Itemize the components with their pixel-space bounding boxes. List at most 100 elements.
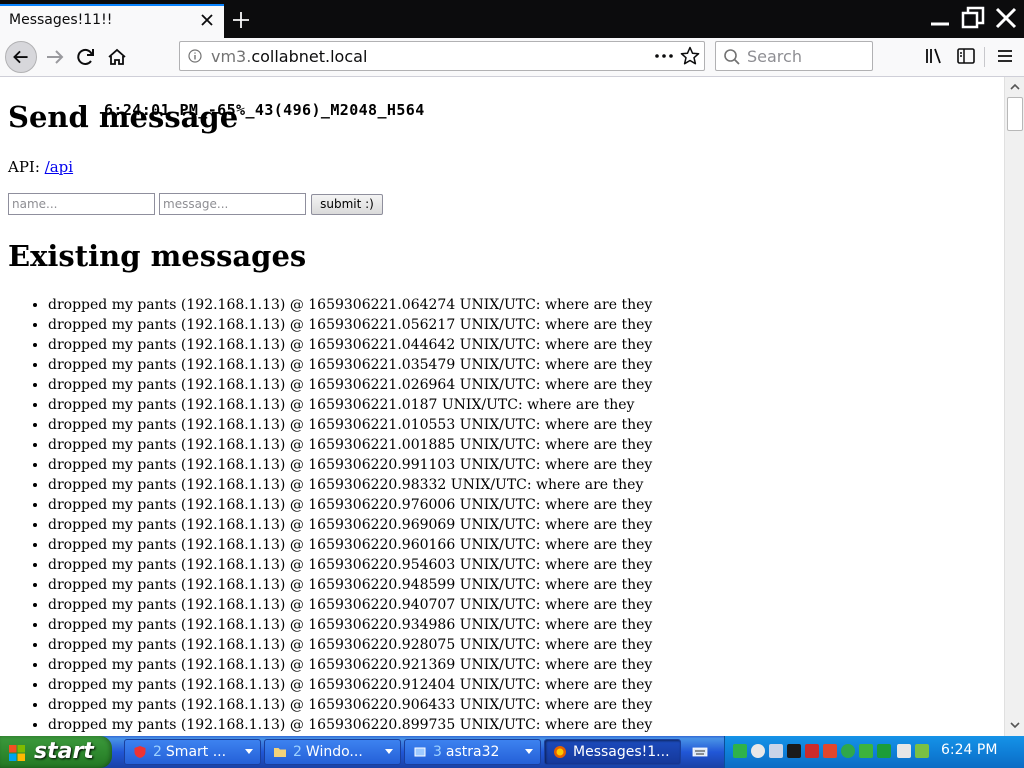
- message-item: dropped my pants (192.168.1.13) @ 165930…: [48, 395, 652, 415]
- submit-button[interactable]: submit :): [311, 194, 383, 215]
- message-item: dropped my pants (192.168.1.13) @ 165930…: [48, 655, 652, 675]
- security-icon[interactable]: [823, 744, 837, 758]
- message-item: dropped my pants (192.168.1.13) @ 165930…: [48, 535, 652, 555]
- message-item: dropped my pants (192.168.1.13) @ 165930…: [48, 695, 652, 715]
- antivirus-icon[interactable]: [805, 744, 819, 758]
- task-title: astra32: [445, 744, 500, 760]
- search-placeholder: Search: [747, 47, 802, 66]
- nav-toolbar: vm3.collabnet.local Search: [0, 38, 1024, 77]
- info-icon[interactable]: [188, 49, 202, 63]
- message-placeholder: message...: [163, 197, 229, 211]
- message-item: dropped my pants (192.168.1.13) @ 165930…: [48, 355, 652, 375]
- tab-messages[interactable]: Messages!11!!: [0, 4, 224, 38]
- bookmark-star-icon[interactable]: [679, 45, 701, 67]
- task-label: 2 Smart ...: [153, 744, 226, 760]
- url-bar[interactable]: vm3.collabnet.local: [179, 41, 705, 71]
- start-button[interactable]: start: [0, 736, 112, 768]
- sync-icon[interactable]: [877, 744, 891, 758]
- chevron-down-icon: [385, 749, 393, 754]
- url-prefix: vm3.: [211, 47, 252, 66]
- chat-icon[interactable]: [915, 744, 929, 758]
- taskbar-group-windows[interactable]: 2 Windo...: [264, 739, 401, 765]
- user-icon[interactable]: [769, 744, 783, 758]
- message-item: dropped my pants (192.168.1.13) @ 165930…: [48, 615, 652, 635]
- message-item: dropped my pants (192.168.1.13) @ 165930…: [48, 515, 652, 535]
- message-item: dropped my pants (192.168.1.13) @ 165930…: [48, 455, 652, 475]
- check-icon[interactable]: [841, 744, 855, 758]
- task-count: 3: [433, 744, 442, 760]
- search-icon: [724, 49, 740, 65]
- toolbar-separator: [984, 47, 985, 67]
- chip-icon: [414, 747, 426, 757]
- shield-tray-icon[interactable]: [787, 744, 801, 758]
- minimize-icon[interactable]: [924, 2, 956, 34]
- keyboard-icon[interactable]: [692, 744, 708, 760]
- taskbar: start 2 Smart ... 2 Windo... 3 astra32 Mess…: [0, 736, 1024, 768]
- hamburger-menu-icon[interactable]: [993, 44, 1017, 68]
- message-item: dropped my pants (192.168.1.13) @ 165930…: [48, 635, 652, 655]
- name-placeholder: name...: [12, 197, 58, 211]
- restore-icon[interactable]: [957, 2, 989, 34]
- close-window-icon[interactable]: [990, 2, 1022, 34]
- back-arrow-icon[interactable]: [5, 41, 37, 73]
- task-label: 2 Windo...: [293, 744, 363, 760]
- update-icon[interactable]: [859, 744, 873, 758]
- message-item: dropped my pants (192.168.1.13) @ 165930…: [48, 475, 652, 495]
- page-actions-icon[interactable]: [652, 44, 676, 68]
- taskbar-item-messages[interactable]: Messages!1...: [544, 739, 681, 765]
- scroll-down-arrow-icon[interactable]: [1007, 717, 1023, 733]
- folder-icon: [274, 748, 286, 757]
- url-text[interactable]: vm3.collabnet.local: [211, 47, 367, 66]
- clock-tray-icon[interactable]: [751, 744, 765, 758]
- firefox-icon: [554, 746, 566, 758]
- api-label: API:: [8, 158, 45, 176]
- existing-messages-heading: Existing messages: [8, 239, 307, 273]
- page-scrollbar[interactable]: [1004, 77, 1024, 736]
- api-link[interactable]: /api: [45, 158, 73, 176]
- chevron-down-icon: [245, 749, 253, 754]
- task-title: Messages!1...: [573, 744, 670, 760]
- library-icon[interactable]: [922, 44, 946, 68]
- taskbar-group-astra32[interactable]: 3 astra32: [404, 739, 541, 765]
- url-domain: collabnet.local: [251, 47, 368, 66]
- message-item: dropped my pants (192.168.1.13) @ 165930…: [48, 415, 652, 435]
- tab-strip: Messages!11!!: [0, 0, 1024, 38]
- api-line: API: /api: [8, 158, 73, 176]
- system-stats-overlay: 6:24:01 PM_-65%_43(496)_M2048_H564: [104, 101, 425, 119]
- message-item: dropped my pants (192.168.1.13) @ 165930…: [48, 375, 652, 395]
- home-icon[interactable]: [102, 42, 132, 72]
- task-count: 2: [153, 744, 162, 760]
- sidebar-toggle-icon[interactable]: [954, 44, 978, 68]
- shield-icon: [134, 746, 146, 758]
- close-tab-icon[interactable]: [196, 8, 218, 32]
- chevron-down-icon: [525, 749, 533, 754]
- tab-title: Messages!11!!: [9, 12, 113, 28]
- name-input[interactable]: name...: [8, 193, 155, 215]
- task-title: Windo...: [305, 744, 363, 760]
- message-item: dropped my pants (192.168.1.13) @ 165930…: [48, 555, 652, 575]
- taskbar-group-smart[interactable]: 2 Smart ...: [124, 739, 261, 765]
- task-count: 2: [293, 744, 302, 760]
- search-bar[interactable]: Search: [715, 41, 873, 71]
- message-item: dropped my pants (192.168.1.13) @ 165930…: [48, 715, 652, 735]
- clock: 6:24 PM: [941, 742, 998, 758]
- forward-arrow-icon[interactable]: [40, 42, 70, 72]
- network-icon[interactable]: [733, 744, 747, 758]
- scroll-up-arrow-icon[interactable]: [1007, 79, 1023, 95]
- volume-icon[interactable]: [897, 744, 911, 758]
- message-input[interactable]: message...: [159, 193, 306, 215]
- reload-icon[interactable]: [71, 42, 101, 72]
- message-item: dropped my pants (192.168.1.13) @ 165930…: [48, 315, 652, 335]
- task-title: Smart ...: [165, 744, 227, 760]
- message-item: dropped my pants (192.168.1.13) @ 165930…: [48, 435, 652, 455]
- system-tray: 6:24 PM: [724, 736, 1024, 768]
- scrollbar-thumb[interactable]: [1007, 97, 1023, 131]
- messages-list: dropped my pants (192.168.1.13) @ 165930…: [0, 295, 652, 735]
- message-item: dropped my pants (192.168.1.13) @ 165930…: [48, 495, 652, 515]
- message-item: dropped my pants (192.168.1.13) @ 165930…: [48, 295, 652, 315]
- windows-flag-icon: [9, 745, 25, 761]
- message-item: dropped my pants (192.168.1.13) @ 165930…: [48, 595, 652, 615]
- new-tab-icon[interactable]: [228, 7, 254, 33]
- start-label: start: [34, 739, 94, 764]
- message-item: dropped my pants (192.168.1.13) @ 165930…: [48, 675, 652, 695]
